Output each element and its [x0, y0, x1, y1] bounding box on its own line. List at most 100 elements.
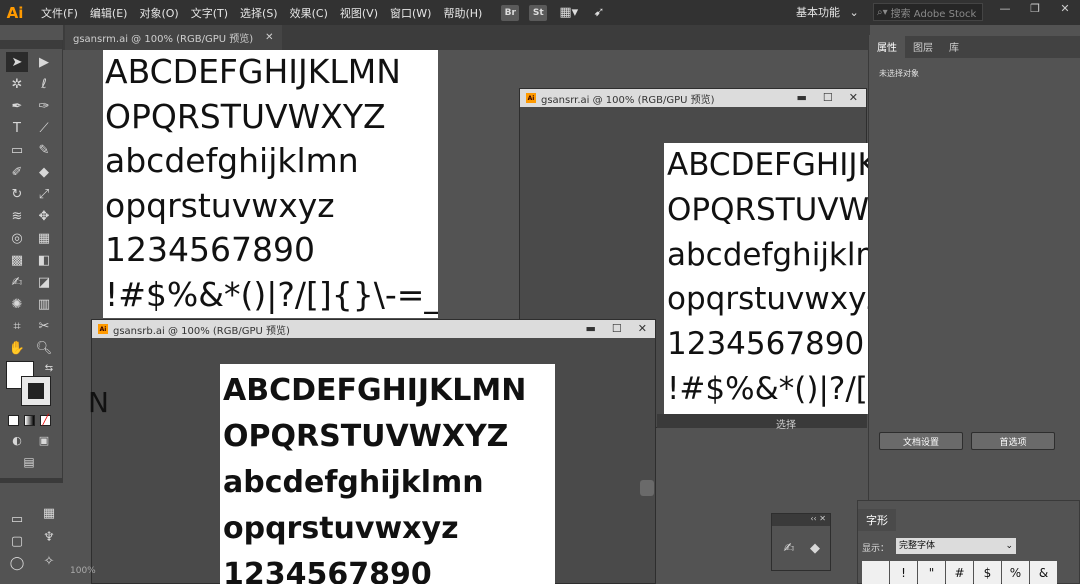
slice-tool-icon[interactable]: ✂	[33, 316, 55, 336]
document-titlebar[interactable]: Ai gsansrb.ai @ 100% (RGB/GPU 预览) ▬ ☐ ✕	[92, 320, 655, 338]
eraser-icon[interactable]: ◆	[804, 538, 826, 558]
glyph-cell[interactable]: &	[1030, 561, 1057, 584]
rectangle-shape-icon[interactable]: ▭	[6, 509, 28, 529]
specimen-line: abcdefghijklmn	[223, 465, 484, 500]
swap-fill-stroke-icon[interactable]: ⇆	[38, 358, 60, 378]
tools-panel-header[interactable]	[0, 40, 62, 49]
artboard-gsansrb[interactable]: ABCDEFGHIJKLMN OPQRSTUVWXYZ abcdefghijkl…	[220, 364, 555, 584]
menu-type[interactable]: 文字(T)	[190, 3, 229, 23]
document-titlebar[interactable]: Ai gsansrr.ai @ 100% (RGB/GPU 预览) ▬ ☐ ✕	[520, 89, 866, 107]
document-setup-button[interactable]: 文档设置	[879, 432, 963, 450]
glyph-cell[interactable]: %	[1002, 561, 1029, 584]
glyphs-panel-title[interactable]: 字形	[858, 509, 896, 531]
scrollbar-thumb[interactable]	[640, 480, 654, 496]
shape-builder-tool-icon[interactable]: ◎	[6, 228, 28, 248]
tab-gsansrm[interactable]: gsansrm.ai @ 100% (RGB/GPU 预览) ✕	[65, 25, 282, 50]
color-mode-icon[interactable]	[8, 415, 19, 426]
bridge-icon[interactable]: Br	[501, 4, 520, 21]
hand-tool-icon[interactable]: ✋	[6, 338, 28, 358]
eyedropper-icon[interactable]: ✍	[778, 538, 800, 558]
gradient-mode-icon[interactable]	[24, 415, 35, 426]
pen-tool-icon[interactable]: ✒	[6, 96, 28, 116]
zoom-level[interactable]: 100%	[70, 566, 96, 576]
stroke-swatch[interactable]	[21, 376, 51, 406]
glyph-cell[interactable]: !	[890, 561, 917, 584]
menu-window[interactable]: 窗口(W)	[389, 3, 432, 23]
close-button[interactable]: ✕	[1050, 0, 1080, 18]
tab-libraries[interactable]: 库	[941, 35, 967, 58]
line-tool-icon[interactable]: ⟋	[33, 118, 55, 138]
glyph-cell[interactable]	[862, 561, 889, 584]
grid-icon[interactable]: ▦	[38, 503, 60, 523]
horizontal-scrollbar[interactable]	[657, 414, 867, 428]
type-tool-icon[interactable]: T	[6, 118, 28, 138]
minimize-icon[interactable]: ▬	[797, 89, 807, 107]
perspective-grid-tool-icon[interactable]: ▦	[33, 228, 55, 248]
selection-tool-icon[interactable]: ➤	[6, 52, 28, 72]
width-tool-icon[interactable]: ≋	[6, 206, 28, 226]
lasso-tool-icon[interactable]: ℓ	[33, 74, 55, 94]
mesh-tool-icon[interactable]: ▩	[6, 250, 28, 270]
change-screen-mode-icon[interactable]: ▤	[18, 452, 40, 472]
gradient-tool-icon[interactable]: ◧	[33, 250, 55, 270]
glyph-cell[interactable]: #	[946, 561, 973, 584]
minimize-icon[interactable]: ▬	[586, 320, 596, 338]
show-select[interactable]: 完整字体 ⌄	[896, 538, 1016, 554]
magic-wand-tool-icon[interactable]: ✲	[6, 74, 28, 94]
tab-properties[interactable]: 属性	[869, 35, 905, 58]
glyph-grid: ! " # $ % &	[862, 561, 1057, 584]
scale-tool-icon[interactable]: ⤢	[33, 184, 55, 204]
gpu-performance-icon[interactable]: ➹	[590, 5, 608, 21]
ellipse-icon[interactable]: ◯	[6, 553, 28, 573]
rectangle-tool-icon[interactable]: ▭	[6, 140, 28, 160]
specimen-line: OPQRSTUVWXYZ	[105, 96, 386, 136]
menu-help[interactable]: 帮助(H)	[442, 3, 483, 23]
eyedropper-tool-icon[interactable]: ✍	[6, 272, 28, 292]
specimen-line: OPQRSTUVWXYZ	[223, 419, 509, 454]
preferences-button[interactable]: 首选项	[971, 432, 1055, 450]
close-icon[interactable]: ✕	[638, 320, 647, 338]
screen-mode-icon[interactable]: ▣	[33, 430, 55, 450]
tab-layers[interactable]: 图层	[905, 35, 941, 58]
artboard-gsansrm[interactable]: ABCDEFGHIJKLMN OPQRSTUVWXYZ abcdefghijkl…	[103, 50, 438, 318]
app-logo[interactable]: Ai	[0, 0, 30, 25]
maximize-icon[interactable]: ☐	[612, 320, 622, 338]
arrange-documents-icon[interactable]: ▦▾	[557, 5, 580, 21]
direct-selection-tool-icon[interactable]: ▶	[33, 52, 55, 72]
stock-search-field[interactable]: ⌕▾ 搜索 Adobe Stock	[873, 3, 983, 21]
maximize-icon[interactable]: ☐	[823, 89, 833, 107]
menu-effect[interactable]: 效果(C)	[289, 3, 329, 23]
ai-file-icon: Ai	[526, 93, 536, 103]
menu-file[interactable]: 文件(F)	[40, 3, 79, 23]
tab-close-icon[interactable]: ✕	[265, 32, 273, 43]
rounded-rectangle-icon[interactable]: ▢	[6, 531, 28, 551]
shaper-tool-icon[interactable]: ✐	[6, 162, 28, 182]
menu-view[interactable]: 视图(V)	[339, 3, 379, 23]
puppet-warp-tool-icon[interactable]: ✥	[33, 206, 55, 226]
blend-tool-icon[interactable]: ◪	[33, 272, 55, 292]
workspace-switcher[interactable]: 基本功能 ⌄	[796, 4, 859, 20]
paintbrush-tool-icon[interactable]: ✎	[33, 140, 55, 160]
menu-select[interactable]: 选择(S)	[239, 3, 279, 23]
stock-icon[interactable]: St	[529, 4, 548, 21]
eraser-tool-icon[interactable]: ◆	[33, 162, 55, 182]
none-mode-icon[interactable]: ╱	[40, 415, 51, 426]
specimen-line: ABCDEFGHIJKLMN	[223, 373, 527, 408]
artboard-tool-icon[interactable]: ⌗	[6, 316, 28, 336]
menu-edit[interactable]: 编辑(E)	[89, 3, 129, 23]
rotate-tool-icon[interactable]: ↻	[6, 184, 28, 204]
symbol-sprayer-tool-icon[interactable]: ✺	[6, 294, 28, 314]
close-icon[interactable]: ✕	[849, 89, 858, 107]
zoom-tool-icon[interactable]: 🔍︎	[33, 338, 55, 358]
puppet-warp-icon[interactable]: ♆	[38, 527, 60, 547]
draw-mode-icon[interactable]: ◐	[6, 430, 28, 450]
glyph-cell[interactable]: $	[974, 561, 1001, 584]
restore-button[interactable]: ❐	[1020, 0, 1050, 18]
curvature-tool-icon[interactable]: ✑	[33, 96, 55, 116]
glyph-cell[interactable]: "	[918, 561, 945, 584]
menu-object[interactable]: 对象(O)	[138, 3, 179, 23]
minimize-button[interactable]: —	[990, 0, 1020, 18]
column-graph-tool-icon[interactable]: ▥	[33, 294, 55, 314]
panel-header[interactable]: ‹‹ ✕	[772, 514, 830, 526]
magic-wand-icon[interactable]: ✧	[38, 551, 60, 571]
